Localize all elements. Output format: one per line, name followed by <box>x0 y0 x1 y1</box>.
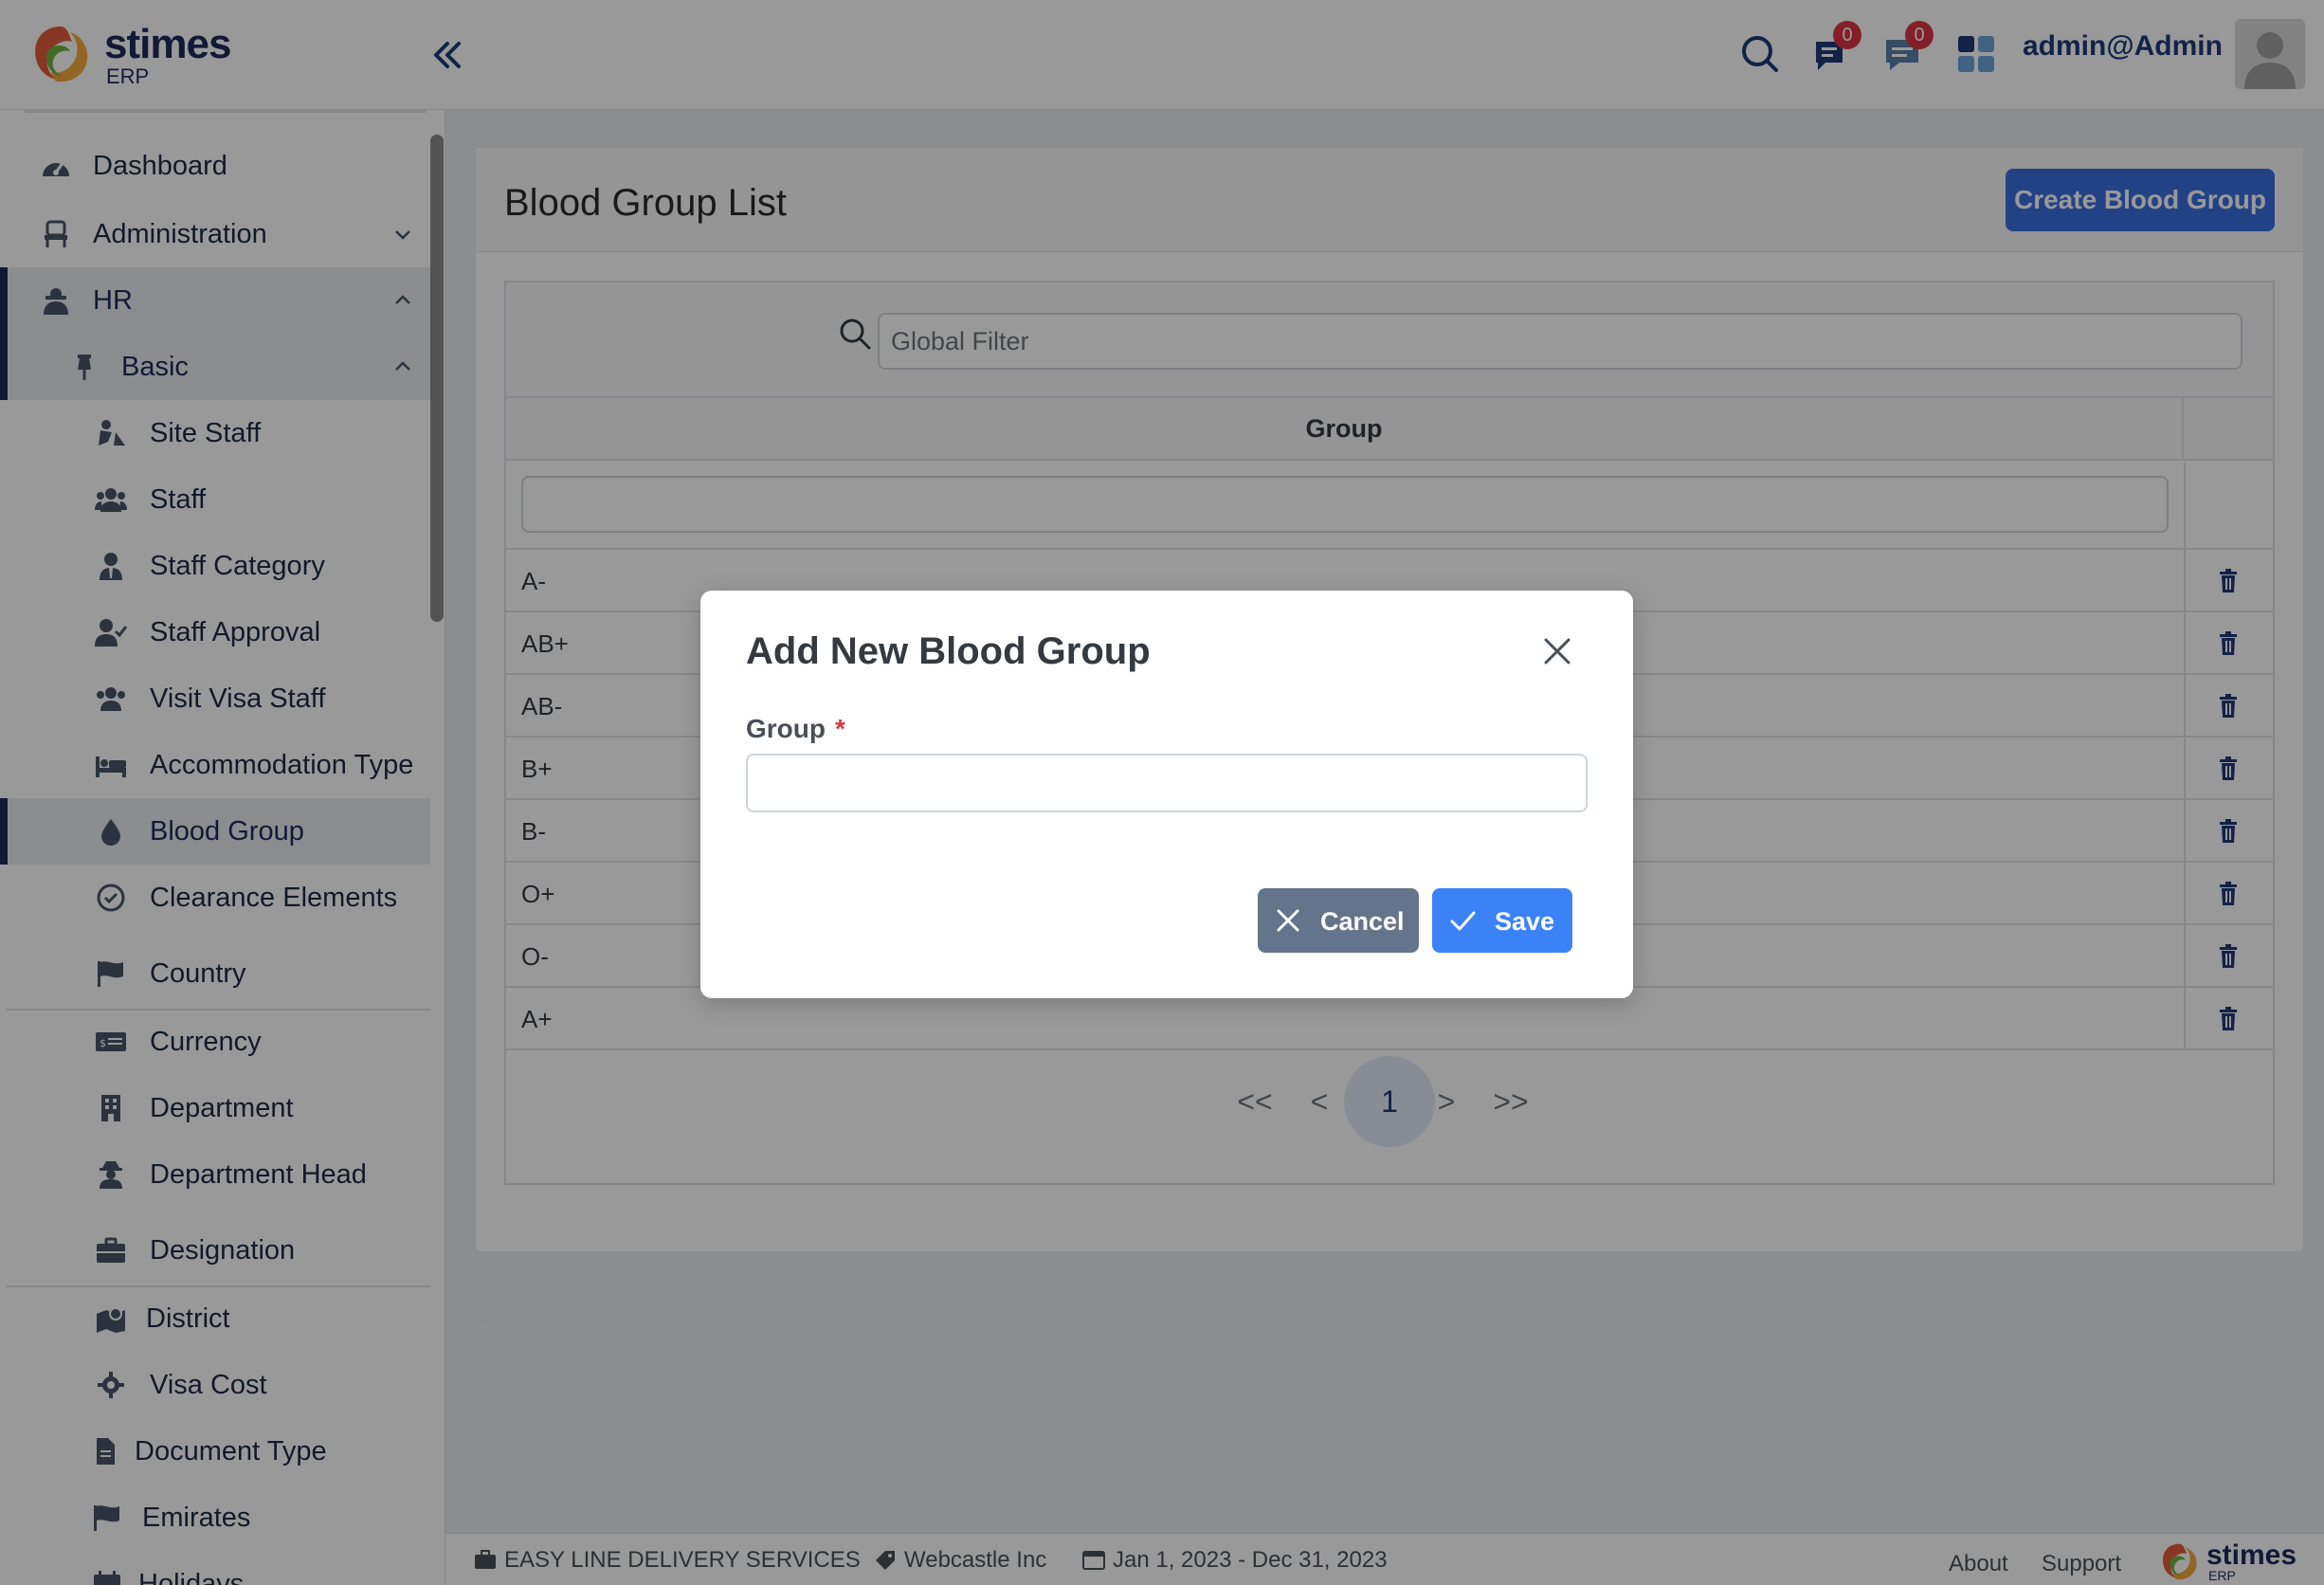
group-field-label: Group * <box>746 714 845 744</box>
dialog-title: Add New Blood Group <box>746 630 1151 672</box>
check-icon <box>1450 911 1476 931</box>
group-field-label-text: Group <box>746 714 826 743</box>
save-button[interactable]: Save <box>1432 888 1572 953</box>
close-icon[interactable] <box>1540 634 1574 668</box>
add-blood-group-dialog: Add New Blood Group Group * Cancel Save <box>700 591 1633 998</box>
cancel-button-label: Cancel <box>1320 907 1405 936</box>
close-icon <box>1277 909 1299 932</box>
group-input[interactable] <box>746 754 1588 812</box>
required-asterisk: * <box>835 714 845 743</box>
cancel-button[interactable]: Cancel <box>1258 888 1419 953</box>
save-button-label: Save <box>1495 907 1555 936</box>
